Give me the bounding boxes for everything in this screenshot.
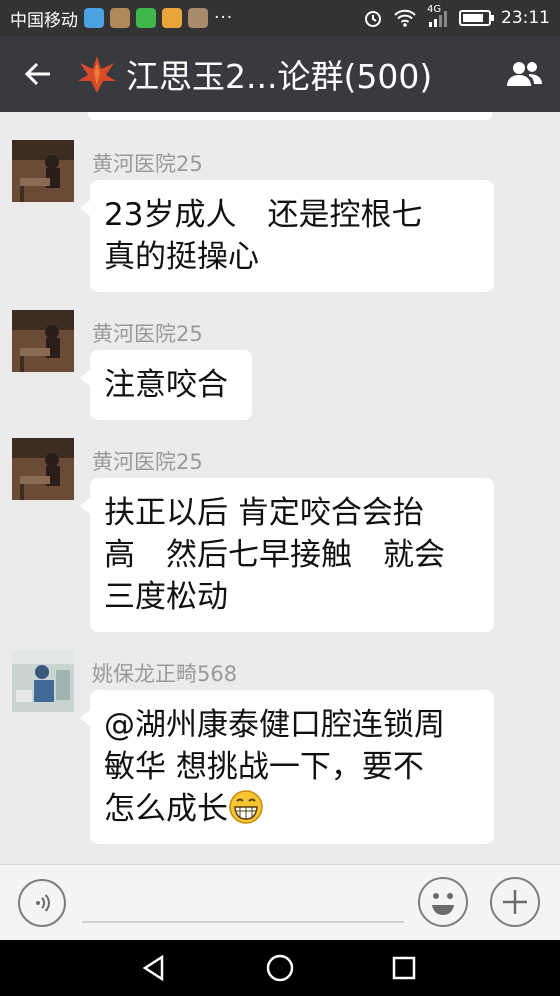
network-type-label: 4G [427,4,442,15]
more-options-button[interactable] [490,877,540,927]
sender-name: 姚保龙正畸568 [92,662,238,686]
back-button[interactable] [0,36,76,112]
input-bar [0,864,560,940]
status-bar: 中国移动 ··· 4G 23:11 [0,0,560,36]
grinning-face-icon [229,790,263,824]
emoji-button[interactable] [418,877,468,927]
sender-name: 黄河医院25 [92,152,203,176]
triangle-back-icon [142,954,164,982]
gallery-app-icon [188,8,208,28]
message-line: 敏华 想挑战一下，要不 [104,749,424,785]
more-notifications: ··· [214,8,234,28]
package-app-icon [110,8,130,28]
message-line-text: 怎么成长 [104,791,228,827]
square-recents-icon [392,956,416,980]
previous-message-bubble [88,112,492,120]
browser-app-icon [84,8,104,28]
avatar[interactable] [12,140,74,202]
system-navigation-bar [0,940,560,996]
group-members-icon [507,62,542,86]
nav-recents-button[interactable] [384,948,424,988]
alarm-icon [365,11,381,27]
sender-name: 黄河医院25 [92,450,203,474]
wifi-icon [394,9,416,27]
message-bubble[interactable]: 扶正以后 肯定咬合会抬 高 然后七早接触 就会 三度松动 [80,478,494,632]
message-line: 高 然后七早接触 就会 [104,537,445,573]
chat-header: 江思玉2...论群(500) [0,36,560,112]
avatar[interactable] [12,438,74,500]
voice-icon [36,894,50,912]
group-members-button[interactable] [490,36,560,112]
avatar[interactable] [12,310,74,372]
message-bubble[interactable]: 注意咬合 [80,350,252,420]
nav-home-button[interactable] [260,948,300,988]
mail-app-icon [162,8,182,28]
message-bubble[interactable]: 23岁成人 还是控根七 真的挺操心 [80,180,494,292]
chat-title: 江思玉2...论群(500) [126,57,433,96]
wechat-app-icon [136,8,156,28]
message-line: 扶正以后 肯定咬合会抬 [104,495,424,531]
carrier-label: 中国移动 [10,10,78,31]
message-line: 注意咬合 [104,367,228,403]
plus-icon [503,890,527,914]
sender-name: 黄河医院25 [92,322,203,346]
clock: 23:11 [501,8,550,28]
message-line: 真的挺操心 [104,239,259,275]
circle-home-icon [266,954,294,982]
message-input[interactable] [82,921,404,923]
nav-back-button[interactable] [134,948,174,988]
chat-area[interactable]: 黄河医院25 23岁成人 还是控根七 真的挺操心 黄河医院25 注意咬合 黄河医… [0,112,560,864]
voice-input-button[interactable] [18,879,66,927]
smiley-icon [432,893,454,915]
message-bubble[interactable]: @湖州康泰健口腔连锁周 敏华 想挑战一下，要不 怎么成长 [80,690,494,844]
message-line: @湖州康泰健口腔连锁周 [104,707,445,743]
group-logo-icon [78,56,116,93]
message-line: 三度松动 [104,579,228,615]
back-arrow-icon [24,62,50,86]
avatar[interactable] [12,650,74,712]
message-line: 23岁成人 还是控根七 [104,197,423,233]
battery-icon [459,10,494,26]
message-line: 怎么成长 [104,788,480,830]
